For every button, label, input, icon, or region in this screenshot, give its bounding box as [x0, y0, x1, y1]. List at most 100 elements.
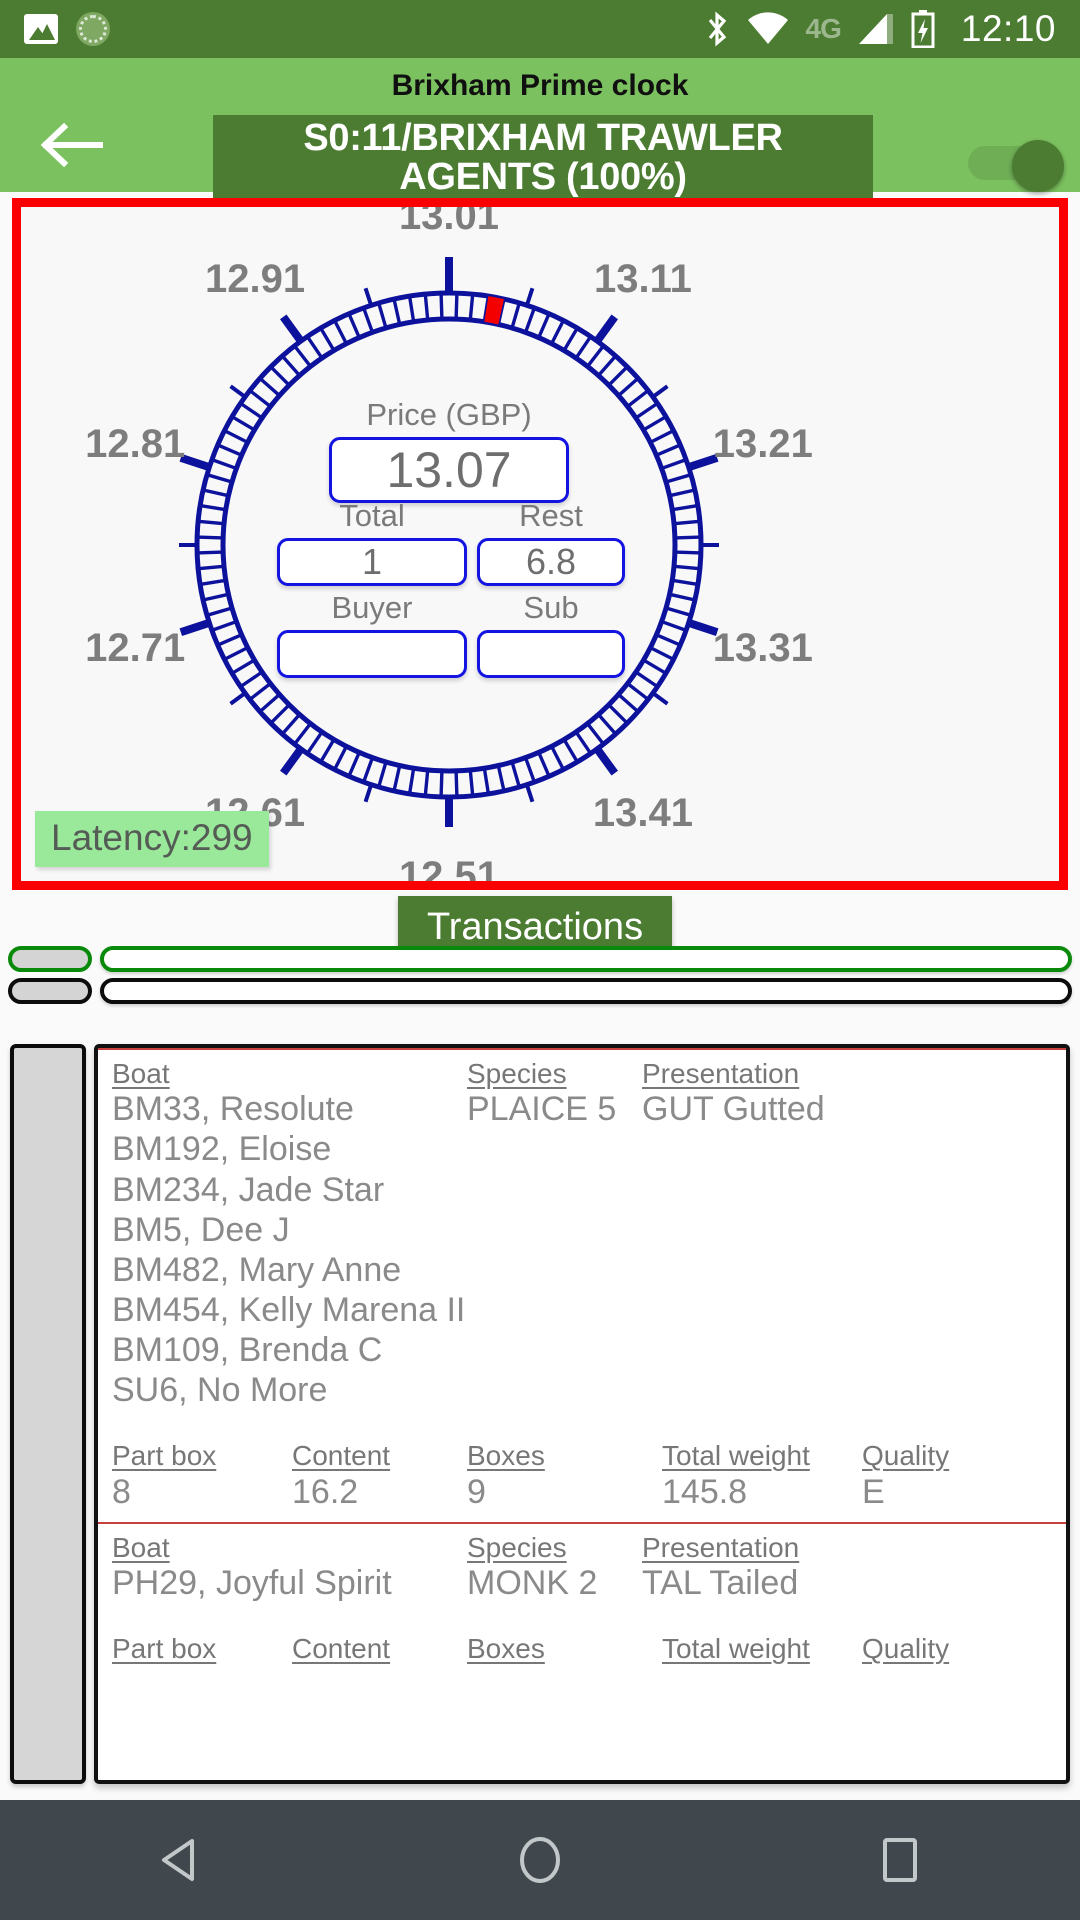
- app-root: 4G 12:10 Brixham Prime clock S0:11/BRIXH…: [0, 0, 1080, 1920]
- transaction-row-top: PH29, Joyful Spirit MONK 2 TAL Tailed: [112, 1563, 1052, 1603]
- column-header-content: Content: [292, 1633, 391, 1665]
- latency-badge: Latency:299: [35, 811, 269, 867]
- list-item: BM192, Eloise: [112, 1130, 332, 1169]
- status-bar-left-icons: [24, 12, 110, 46]
- toggle-thumb: [1012, 140, 1064, 192]
- column-header-content: Content: [292, 1440, 391, 1472]
- transaction-row-bottom: 8 16.2 9 145.8 E: [112, 1472, 1052, 1512]
- species-value: PLAICE 5: [467, 1090, 617, 1129]
- nav-home-button[interactable]: [480, 1800, 600, 1920]
- total-box[interactable]: 1: [277, 538, 467, 586]
- buyer-label: Buyer: [331, 590, 413, 625]
- auto-bid-toggle[interactable]: [968, 140, 1064, 192]
- back-triangle-icon: [162, 1839, 194, 1881]
- transactions-list-area: Boat Species Presentation BM33, Resolute…: [10, 1044, 1070, 1784]
- list-item: BM5, Dee J: [112, 1210, 290, 1249]
- column-header-species: Species: [467, 1531, 567, 1563]
- svg-text:13.31: 13.31: [713, 626, 813, 670]
- rest-value: 6.8: [525, 541, 577, 582]
- range-bar-track-black[interactable]: [100, 978, 1072, 1004]
- column-header-boat: Boat: [112, 1531, 170, 1563]
- part-box-value: 8: [112, 1472, 131, 1511]
- status-bar-right-icons: 4G 12:10: [704, 8, 1056, 50]
- column-header-presentation: Presentation: [642, 1531, 800, 1563]
- system-navigation-bar: [0, 1800, 1080, 1920]
- list-item: BM234, Jade Star: [112, 1170, 385, 1209]
- column-header-boxes: Boxes: [467, 1440, 545, 1472]
- column-header-presentation: Presentation: [642, 1058, 800, 1089]
- nav-recents-button[interactable]: [840, 1800, 960, 1920]
- list-item: BM482, Mary Anne: [112, 1250, 402, 1289]
- wifi-icon: [747, 12, 788, 44]
- battery-charging-icon: [911, 10, 935, 48]
- presentation-value: GUT Gutted: [642, 1090, 825, 1129]
- session-label: S0:11/BRIXHAM TRAWLER AGENTS (100%): [303, 117, 783, 198]
- buyer-box[interactable]: [277, 630, 467, 678]
- list-item: BM109, Brenda C: [112, 1331, 383, 1370]
- column-header-total-weight: Total weight: [662, 1440, 810, 1472]
- rest-label: Rest: [519, 498, 583, 533]
- list-item: SU6, No More: [112, 1371, 328, 1410]
- list-item: BM33, Resolute: [112, 1090, 354, 1129]
- svg-text:13.41: 13.41: [593, 791, 693, 835]
- sub-field[interactable]: Sub: [477, 592, 625, 678]
- column-header-boat: Boat: [112, 1058, 170, 1089]
- transactions-list[interactable]: Boat Species Presentation BM33, Resolute…: [94, 1044, 1070, 1784]
- image-icon: [24, 14, 58, 44]
- boat-list: PH29, Joyful Spirit: [112, 1563, 467, 1603]
- svg-text:12.81: 12.81: [85, 422, 185, 466]
- transaction-row-top: BM33, Resolute BM192, Eloise BM234, Jade…: [112, 1089, 1052, 1410]
- range-bar-handle-green[interactable]: [8, 946, 92, 972]
- sub-label: Sub: [523, 590, 579, 625]
- total-weight-value: 145.8: [662, 1472, 748, 1511]
- rest-field[interactable]: Rest 6.8: [477, 500, 625, 586]
- column-header-part-box: Part box: [112, 1440, 217, 1472]
- price-label: Price (GBP): [366, 397, 532, 432]
- quality-value: E: [862, 1472, 885, 1511]
- transaction-item[interactable]: Boat Species Presentation BM33, Resolute…: [98, 1050, 1066, 1522]
- back-arrow-icon: [40, 122, 103, 168]
- svg-text:12.51: 12.51: [399, 854, 499, 881]
- range-bar-track-green[interactable]: [100, 946, 1072, 972]
- range-bar-row-green: [0, 946, 1080, 972]
- svg-text:12.91: 12.91: [205, 257, 305, 301]
- column-header-quality: Quality: [862, 1440, 950, 1472]
- boat-list: BM33, Resolute BM192, Eloise BM234, Jade…: [112, 1089, 467, 1410]
- recents-square-icon: [883, 1838, 917, 1882]
- sub-box[interactable]: [477, 630, 625, 678]
- transaction-header-bottom: Part box Content Boxes Total weight Qual…: [112, 1432, 1052, 1471]
- auction-clock-panel[interactable]: 13.0113.1113.2113.3113.4112.5112.6112.71…: [12, 198, 1068, 890]
- range-bar-handle-black[interactable]: [8, 978, 92, 1004]
- list-item: PH29, Joyful Spirit: [112, 1564, 392, 1603]
- page-title: Brixham Prime clock: [391, 69, 689, 102]
- back-button[interactable]: [38, 120, 104, 170]
- price-box[interactable]: 13.07: [329, 437, 569, 503]
- home-circle-icon: [520, 1837, 560, 1883]
- list-item: BM454, Kelly Marena II: [112, 1290, 466, 1329]
- svg-text:13.21: 13.21: [713, 422, 813, 466]
- nav-back-button[interactable]: [120, 1800, 240, 1920]
- column-header-boxes: Boxes: [467, 1633, 545, 1665]
- app-bar: Brixham Prime clock S0:11/BRIXHAM TRAWLE…: [0, 58, 1080, 201]
- buyer-field[interactable]: Buyer: [277, 592, 467, 678]
- session-chip[interactable]: S0:11/BRIXHAM TRAWLER AGENTS (100%): [213, 115, 873, 201]
- column-header-quality: Quality: [862, 1633, 950, 1665]
- rest-box[interactable]: 6.8: [477, 538, 625, 586]
- transaction-header-top: Boat Species Presentation: [112, 1050, 1052, 1089]
- status-bar-clock: 12:10: [960, 8, 1056, 49]
- network-type-label: 4G: [805, 13, 842, 44]
- price-value: 13.07: [386, 442, 512, 498]
- price-field[interactable]: Price (GBP) 13.07: [329, 399, 569, 503]
- svg-text:12.71: 12.71: [85, 626, 185, 670]
- species-value: MONK 2: [467, 1564, 598, 1603]
- total-field[interactable]: Total 1: [277, 500, 467, 586]
- status-bar: 4G 12:10: [0, 0, 1080, 58]
- svg-text:13.01: 13.01: [399, 207, 499, 238]
- presentation-value: TAL Tailed: [642, 1564, 799, 1603]
- transaction-item[interactable]: Boat Species Presentation PH29, Joyful S…: [98, 1524, 1066, 1665]
- content-value: 16.2: [292, 1472, 359, 1511]
- transaction-header-bottom: Part box Content Boxes Total weight Qual…: [112, 1625, 1052, 1664]
- column-header-total-weight: Total weight: [662, 1633, 810, 1665]
- list-side-handle[interactable]: [10, 1044, 86, 1784]
- transaction-header-top: Boat Species Presentation: [112, 1524, 1052, 1563]
